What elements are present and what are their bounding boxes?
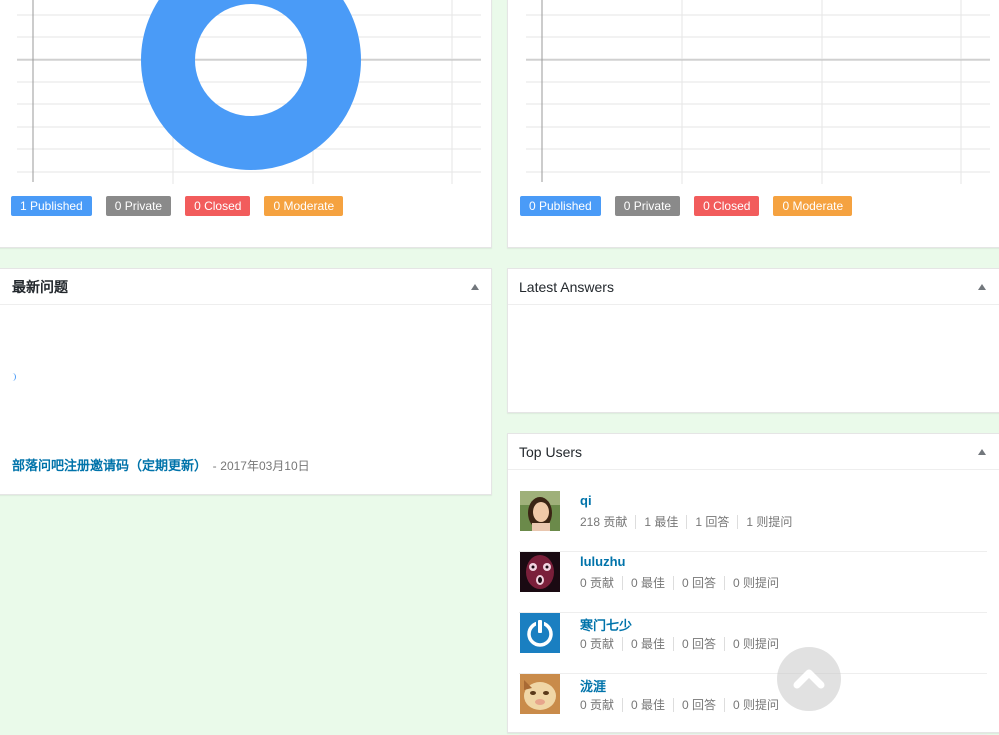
panel-title: 最新问题	[12, 278, 68, 295]
latest-answers-header: Latest Answers	[508, 269, 999, 305]
collapse-toggle-icon[interactable]	[978, 284, 986, 290]
photo-woman-avatar[interactable]	[520, 491, 560, 531]
answer-count: 0 回答	[673, 637, 724, 651]
moderate-badge[interactable]: 0 Moderate	[773, 196, 853, 216]
contribution-count: 0 贡献	[580, 576, 615, 590]
closed-badge[interactable]: 0 Closed	[694, 196, 760, 216]
cat-photo-avatar[interactable]	[520, 674, 560, 714]
question-list: 部落问吧注册邀请码（定期更新） - 2017年03月10日	[12, 455, 310, 474]
top-users-header: Top Users	[508, 434, 999, 470]
contribution-count: 0 贡献	[580, 698, 615, 712]
chevron-up-icon	[793, 669, 825, 689]
user-stats: 0 贡献 0 最佳 0 回答 0 则提问	[580, 698, 787, 712]
question-separator: -	[212, 459, 217, 473]
collapse-toggle-icon[interactable]	[471, 284, 479, 290]
best-count: 0 最佳	[622, 637, 673, 651]
panel-title: Top Users	[519, 443, 583, 460]
answer-count: 0 回答	[673, 576, 724, 590]
donut	[141, 0, 361, 170]
user-row: qi 218 贡献 1 最佳 1 回答 1 则提问	[519, 491, 987, 552]
latest-answers-panel: Latest Answers	[507, 268, 999, 413]
question-date: 2017年03月10日	[220, 459, 310, 473]
user-name-link[interactable]: qi	[580, 493, 592, 508]
published-badge[interactable]: 1 Published	[11, 196, 92, 216]
user-row: 寒门七少 0 贡献 0 最佳 0 回答 0 则提问	[519, 613, 987, 674]
power-logo-avatar[interactable]	[520, 613, 560, 653]
question-count: 1 则提问	[737, 515, 800, 529]
user-stats: 218 贡献 1 最佳 1 回答 1 则提问	[580, 515, 800, 529]
chart-grid	[526, 0, 990, 184]
pie-slice-published	[141, 0, 361, 170]
best-count: 1 最佳	[635, 515, 686, 529]
user-name-link[interactable]: 泷涯	[580, 676, 606, 695]
panel-title: Latest Answers	[519, 278, 614, 295]
user-row: 泷涯 0 贡献 0 最佳 0 回答 0 则提问	[519, 674, 987, 735]
private-badge[interactable]: 0 Private	[105, 196, 172, 216]
mask-avatar[interactable]	[520, 552, 560, 592]
latest-questions-panel: 最新问题 部落问吧注册邀请码（定期更新） - 2017年03月10日	[0, 268, 492, 495]
private-badge[interactable]: 0 Private	[614, 196, 681, 216]
top-users-panel: Top Users qi 218 贡献 1 最佳 1 回答 1 则提问 lulu…	[507, 433, 999, 735]
collapse-toggle-icon[interactable]	[978, 449, 986, 455]
question-stats-chart	[17, 0, 481, 184]
question-stats-panel: 1 Published 0 Private 0 Closed 0 Moderat…	[0, 0, 492, 248]
loading-spinner-icon	[9, 373, 16, 381]
user-stats: 0 贡献 0 最佳 0 回答 0 则提问	[580, 576, 787, 590]
contribution-count: 0 贡献	[580, 637, 615, 651]
contribution-count: 218 贡献	[580, 515, 628, 529]
question-badges: 1 Published 0 Private 0 Closed 0 Moderat…	[11, 196, 357, 216]
user-name-link[interactable]: 寒门七少	[580, 615, 632, 634]
published-badge[interactable]: 0 Published	[520, 196, 601, 216]
question-link[interactable]: 部落问吧注册邀请码（定期更新）	[12, 458, 207, 473]
moderate-badge[interactable]: 0 Moderate	[264, 196, 344, 216]
answer-count: 0 回答	[673, 698, 724, 712]
best-count: 0 最佳	[622, 576, 673, 590]
closed-badge[interactable]: 0 Closed	[185, 196, 251, 216]
answer-stats-chart	[526, 0, 990, 184]
user-stats: 0 贡献 0 最佳 0 回答 0 则提问	[580, 637, 787, 651]
latest-questions-header: 最新问题	[0, 269, 491, 305]
best-count: 0 最佳	[622, 698, 673, 712]
user-name-link[interactable]: luluzhu	[580, 554, 626, 569]
answer-count: 1 回答	[686, 515, 737, 529]
answer-stats-panel: 0 Published 0 Private 0 Closed 0 Moderat…	[507, 0, 999, 248]
user-row: luluzhu 0 贡献 0 最佳 0 回答 0 则提问	[519, 552, 987, 613]
scroll-to-top-button[interactable]	[777, 647, 841, 711]
question-count: 0 则提问	[724, 576, 787, 590]
answer-badges: 0 Published 0 Private 0 Closed 0 Moderat…	[520, 196, 866, 216]
